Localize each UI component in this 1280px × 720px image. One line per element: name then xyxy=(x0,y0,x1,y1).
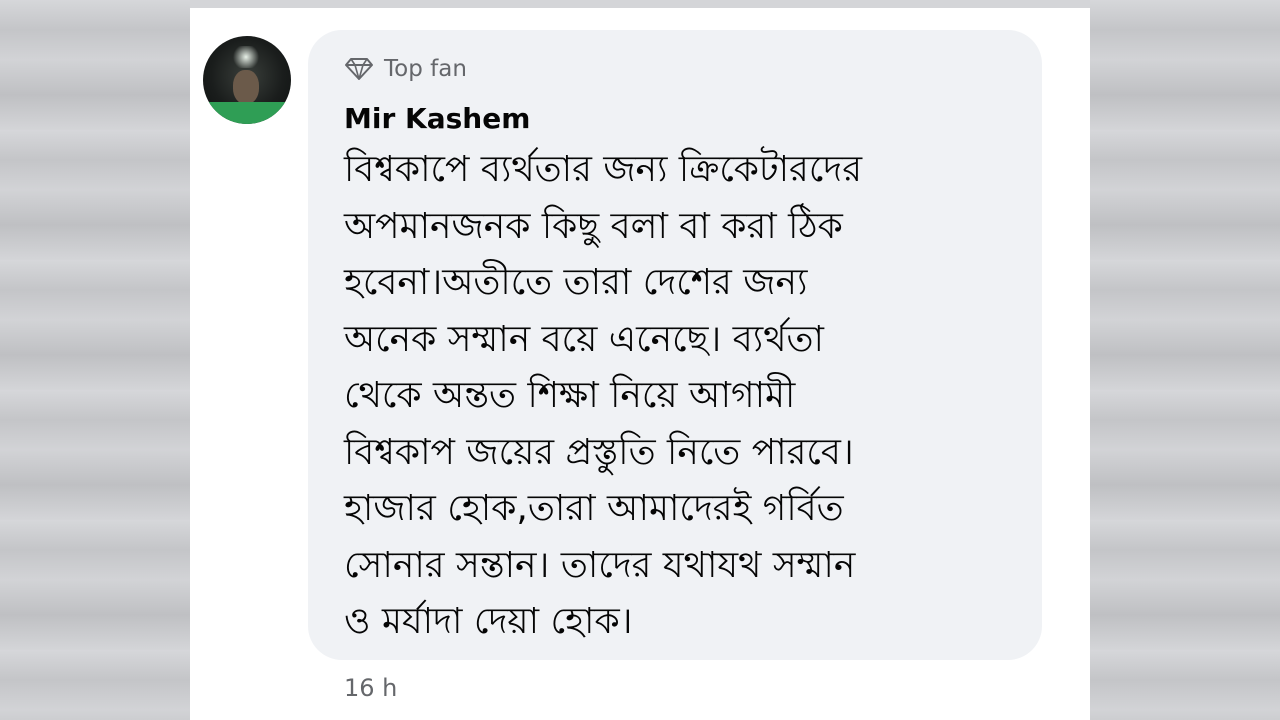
top-fan-badge: Top fan xyxy=(344,56,467,82)
comment-line: সোনার সন্তান। তাদের যথাযথ সম্মান xyxy=(344,544,856,586)
comment-panel: Top fan Mir Kashem বিশ্বকাপে ব্যর্থতার জ… xyxy=(190,0,1090,720)
comment-line: থেকে অন্তত শিক্ষা নিয়ে আগামী xyxy=(344,375,796,416)
avatar-light xyxy=(231,46,261,68)
top-divider xyxy=(190,0,1090,8)
diamond-icon xyxy=(345,58,373,80)
avatar[interactable] xyxy=(203,36,291,124)
avatar-green-glow xyxy=(203,102,291,124)
comment-line: বিশ্বকাপ জয়ের প্রস্তুতি নিতে পারবে। xyxy=(344,431,854,473)
comment-line: বিশ্বকাপে ব্যর্থতার জন্য ক্রিকেটারদের xyxy=(344,149,863,190)
blurred-background-right xyxy=(1090,0,1280,720)
comment-text: বিশ্বকাপে ব্যর্থতার জন্য ক্রিকেটারদের অপ… xyxy=(344,142,1034,651)
author-name[interactable]: Mir Kashem xyxy=(344,102,530,135)
avatar-face xyxy=(233,70,259,104)
comment-bubble: Top fan Mir Kashem বিশ্বকাপে ব্যর্থতার জ… xyxy=(308,30,1042,660)
comment-line: অনেক সম্মান বয়ে এনেছে। ব্যর্থতা xyxy=(344,318,824,360)
comment-line: হাজার হোক,তারা আমাদেরই গর্বিত xyxy=(344,488,844,529)
comment-line: ও মর্যাদা দেয়া হোক। xyxy=(344,601,633,642)
blurred-background-left xyxy=(0,0,190,720)
comment-line: অপমানজনক কিছু বলা বা করা ঠিক xyxy=(344,205,843,247)
comment-timestamp[interactable]: 16 h xyxy=(344,674,397,702)
comment-line: হবেনা।অতীতে তারা দেশের জন্য xyxy=(344,262,808,303)
badge-label: Top fan xyxy=(384,56,467,82)
